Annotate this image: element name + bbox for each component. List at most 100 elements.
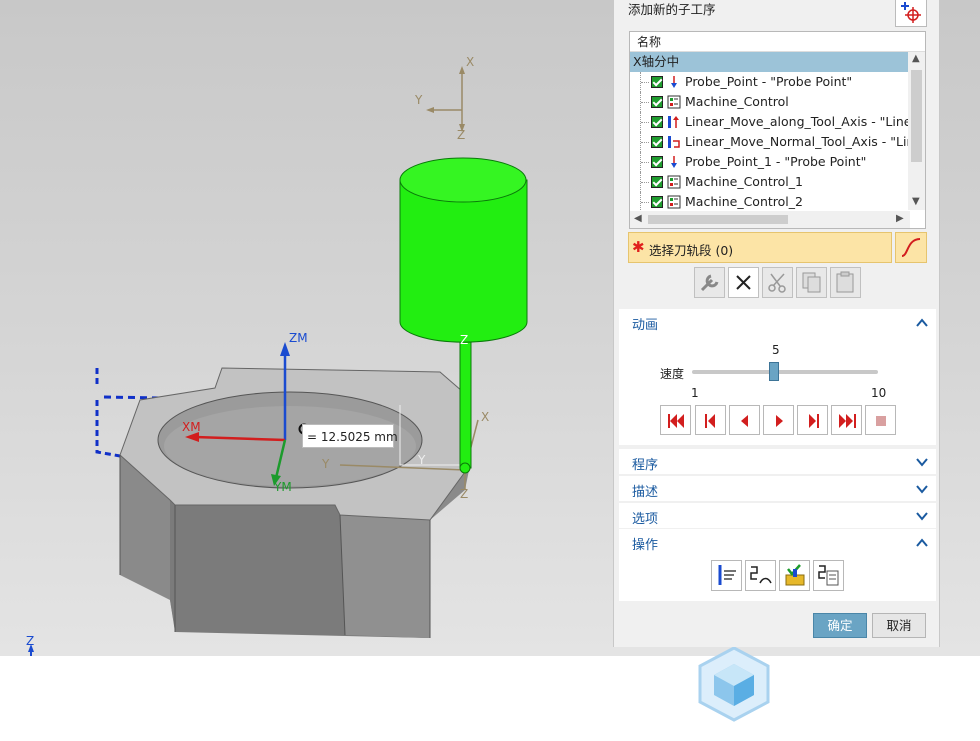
tree-horizontal-scrollbar[interactable]: ◀ ▶ (630, 211, 910, 228)
scroll-thumb[interactable] (648, 215, 788, 224)
tree-connector (640, 172, 650, 192)
description-header[interactable]: 描述 (632, 481, 658, 500)
row-checkbox[interactable] (651, 96, 663, 108)
probe-point-icon (667, 75, 681, 89)
scroll-up-icon[interactable]: ▲ (912, 53, 920, 64)
tree-row-label: Machine_Control (685, 94, 789, 109)
curve-icon (901, 238, 921, 257)
scissors-icon (768, 273, 786, 293)
options-section[interactable]: 选项 (619, 503, 936, 528)
replay-button[interactable] (745, 560, 776, 591)
description-section[interactable]: 描述 (619, 476, 936, 501)
wcs-ym-label: YM (274, 480, 292, 494)
tree-row[interactable]: Probe_Point - "Probe Point" (630, 72, 908, 92)
chevron-down-icon[interactable] (916, 457, 928, 467)
speed-label: 速度 (660, 367, 685, 381)
speed-slider-track[interactable] (692, 370, 878, 374)
play-button[interactable] (763, 405, 794, 435)
program-section[interactable]: 程序 (619, 449, 936, 474)
tree-row-label: Linear_Move_along_Tool_Axis - "Linear (685, 114, 908, 129)
paste-button[interactable] (830, 267, 861, 298)
tree-row[interactable]: Probe_Point_1 - "Probe Point" (630, 152, 908, 172)
toolpath-curve-button[interactable] (895, 232, 927, 263)
tree-connector (640, 92, 650, 112)
add-subop-label: 添加新的子工序 (628, 2, 716, 17)
generate-button[interactable] (711, 560, 742, 591)
corner-z-label: Z (26, 634, 35, 648)
add-target-icon (901, 2, 921, 23)
stop-icon (876, 416, 886, 426)
list-button[interactable] (813, 560, 844, 591)
verify-button[interactable] (779, 560, 810, 591)
scroll-right-icon[interactable]: ▶ (896, 213, 904, 224)
skip-end-icon (839, 414, 856, 428)
tree-column-header[interactable]: 名称 (630, 32, 925, 52)
row-checkbox[interactable] (651, 116, 663, 128)
measurement-readout: = 12.5025 mm (302, 424, 398, 448)
forward-end-button[interactable] (831, 405, 862, 435)
tree-row[interactable]: Linear_Move_along_Tool_Axis - "Linear (630, 112, 908, 132)
chevron-up-icon[interactable] (916, 537, 928, 547)
tree-row-label: Machine_Control_1 (685, 174, 803, 189)
view-triad (426, 66, 465, 132)
edit-button[interactable] (694, 267, 725, 298)
animation-section: 动画 速度 5 1 10 (619, 309, 936, 445)
ok-button[interactable]: 确定 (813, 613, 867, 638)
tree-group-row[interactable]: X轴分中 (630, 52, 908, 72)
chevron-up-icon[interactable] (916, 317, 928, 327)
wcs-xm-label: XM (182, 420, 201, 434)
required-star-icon: ✱ (632, 238, 645, 256)
play-reverse-button[interactable] (729, 405, 760, 435)
add-subop-button[interactable] (895, 0, 927, 27)
view-x-label: X (466, 55, 475, 69)
program-header[interactable]: 程序 (632, 454, 658, 473)
tool-z-label: Z (460, 333, 469, 347)
tree-connector (640, 112, 650, 132)
subop-tree: 名称 X轴分中 Probe_Point - "Probe Point" Machi… (629, 31, 926, 229)
step-back-button[interactable] (695, 405, 726, 435)
generate-icon (718, 565, 736, 585)
step-forward-button[interactable] (797, 405, 828, 435)
options-header[interactable]: 选项 (632, 508, 658, 527)
tool-y2-label: Y (418, 453, 426, 467)
view-z-label: Z (457, 128, 466, 142)
speed-slider-thumb[interactable] (768, 362, 779, 381)
tree-vertical-scrollbar[interactable]: ▲ ▼ (908, 52, 925, 210)
chevron-down-icon[interactable] (916, 484, 928, 494)
operation-header[interactable]: 操作 (632, 534, 658, 553)
copy-button[interactable] (796, 267, 827, 298)
tool-y-label: Y (322, 457, 330, 471)
view-y-label: Y (415, 93, 423, 107)
row-checkbox[interactable] (651, 176, 663, 188)
scroll-left-icon[interactable]: ◀ (634, 213, 642, 224)
tree-row-label: Linear_Move_Normal_Tool_Axis - "Line (685, 134, 908, 149)
row-checkbox[interactable] (651, 196, 663, 208)
tree-row[interactable]: Linear_Move_Normal_Tool_Axis - "Line (630, 132, 908, 152)
tree-row-label: Probe_Point - "Probe Point" (685, 74, 853, 89)
tree-row[interactable]: Machine_Control (630, 92, 908, 112)
verify-icon (785, 564, 805, 586)
delete-button[interactable] (728, 267, 759, 298)
machine-control-icon (667, 195, 681, 209)
row-checkbox[interactable] (651, 76, 663, 88)
tree-row[interactable]: Machine_Control_1 (630, 172, 908, 192)
tree-row[interactable]: Machine_Control_2 (630, 192, 908, 212)
chevron-down-icon[interactable] (916, 511, 928, 521)
paste-icon (836, 271, 854, 293)
operation-section: 操作 (619, 529, 936, 601)
cancel-button[interactable]: 取消 (872, 613, 926, 638)
row-checkbox[interactable] (651, 156, 663, 168)
row-checkbox[interactable] (651, 136, 663, 148)
stop-button[interactable] (865, 405, 896, 435)
select-toolpath-label: 选择刀轨段 (0) (649, 243, 734, 258)
scroll-thumb[interactable] (911, 70, 922, 162)
scroll-down-icon[interactable]: ▼ (912, 196, 920, 207)
probe-point-icon (667, 155, 681, 169)
tool-x-label: X (481, 410, 490, 424)
machine-control-icon (667, 95, 681, 109)
rewind-start-button[interactable] (660, 405, 691, 435)
animation-header[interactable]: 动画 (632, 314, 658, 333)
cut-button[interactable] (762, 267, 793, 298)
select-toolpath-row[interactable]: ✱ 选择刀轨段 (0) (628, 232, 892, 263)
replay-icon (750, 566, 772, 584)
